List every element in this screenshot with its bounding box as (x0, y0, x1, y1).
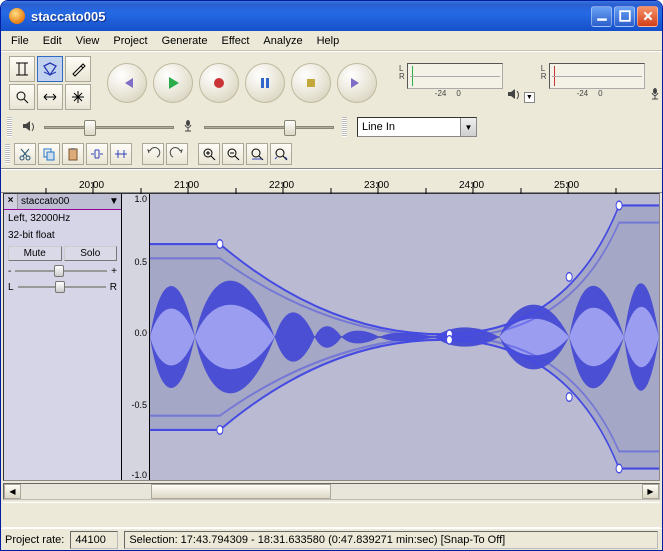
lower-panel (3, 502, 660, 528)
chevron-down-icon: ▼ (460, 118, 476, 136)
redo-button[interactable] (166, 143, 188, 165)
timeline-ruler[interactable]: 20:00 21:00 22:00 23:00 24:00 25:00 (1, 169, 662, 193)
track-format-info: 32-bit float (4, 227, 121, 244)
amplitude-ruler: 1.0 0.5 0.0 -0.5 -1.0 (122, 194, 150, 480)
waveform-canvas[interactable] (150, 194, 659, 480)
track-menu-button[interactable]: ▼ (107, 196, 121, 207)
menu-generate[interactable]: Generate (156, 33, 214, 49)
window-title: staccato005 (29, 9, 591, 24)
track-close-button[interactable]: × (4, 194, 18, 209)
speaker-icon (505, 85, 523, 103)
undo-button[interactable] (142, 143, 164, 165)
zoom-out-button[interactable] (222, 143, 244, 165)
trim-button[interactable] (86, 143, 108, 165)
stop-button[interactable] (291, 63, 331, 103)
track-panel: × staccato00 ▼ Left, 32000Hz 32-bit floa… (4, 194, 122, 480)
menu-edit[interactable]: Edit (37, 33, 68, 49)
skip-start-button[interactable] (107, 63, 147, 103)
menu-effect[interactable]: Effect (215, 33, 255, 49)
minimize-button[interactable] (591, 6, 612, 27)
gain-slider[interactable] (15, 265, 107, 277)
toolbar-grip[interactable] (7, 117, 12, 137)
status-bar: Project rate: 44100 Selection: 17:43.794… (1, 528, 662, 550)
menu-file[interactable]: File (5, 33, 35, 49)
zoom-tool-button[interactable] (9, 84, 35, 110)
selection-tool-button[interactable] (9, 56, 35, 82)
fit-project-button[interactable] (270, 143, 292, 165)
toolbar-grip[interactable] (5, 144, 10, 164)
microphone-icon (182, 119, 196, 136)
toolbar-grip[interactable] (342, 117, 347, 137)
output-meter-labels: LR (399, 63, 405, 81)
play-button[interactable] (153, 63, 193, 103)
paste-button[interactable] (62, 143, 84, 165)
envelope-tool-button[interactable] (37, 56, 63, 82)
scroll-left-button[interactable]: ◀ (4, 484, 21, 499)
copy-button[interactable] (38, 143, 60, 165)
close-button[interactable] (637, 6, 658, 27)
pan-right-label: R (110, 282, 117, 293)
draw-tool-button[interactable] (65, 56, 91, 82)
skip-end-button[interactable] (337, 63, 377, 103)
zoom-in-button[interactable] (198, 143, 220, 165)
silence-button[interactable] (110, 143, 132, 165)
gain-plus-label: + (111, 266, 117, 277)
project-rate-label: Project rate: (5, 534, 64, 546)
input-meter[interactable] (549, 63, 645, 89)
menu-analyze[interactable]: Analyze (257, 33, 308, 49)
input-device-combo[interactable]: Line In▼ (357, 117, 477, 137)
output-volume-slider[interactable] (44, 119, 174, 135)
output-meter-menu-button[interactable]: ▼ (524, 92, 535, 103)
gain-minus-label: - (8, 266, 11, 277)
track-name[interactable]: staccato00 (18, 196, 107, 207)
input-meter-labels: LR (541, 63, 547, 81)
fit-selection-button[interactable] (246, 143, 268, 165)
speaker-icon (22, 119, 36, 136)
solo-button[interactable]: Solo (64, 246, 118, 261)
scroll-right-button[interactable]: ▶ (642, 484, 659, 499)
microphone-icon (647, 85, 663, 103)
timeshift-tool-button[interactable] (37, 84, 63, 110)
menu-help[interactable]: Help (311, 33, 346, 49)
app-icon (9, 8, 25, 24)
pan-slider[interactable] (18, 281, 106, 293)
titlebar[interactable]: staccato005 (1, 1, 662, 31)
horizontal-scrollbar[interactable]: ◀ ▶ (3, 483, 660, 500)
multi-tool-button[interactable] (65, 84, 91, 110)
project-rate-value[interactable]: 44100 (70, 531, 118, 549)
pan-left-label: L (8, 282, 14, 293)
menu-project[interactable]: Project (107, 33, 153, 49)
cut-button[interactable] (14, 143, 36, 165)
pause-button[interactable] (245, 63, 285, 103)
menubar: File Edit View Project Generate Effect A… (1, 31, 662, 51)
mute-button[interactable]: Mute (8, 246, 62, 261)
input-volume-slider[interactable] (204, 119, 334, 135)
app-window: staccato005 File Edit View Project Gener… (0, 0, 663, 551)
maximize-button[interactable] (614, 6, 635, 27)
output-meter[interactable] (407, 63, 503, 89)
scroll-thumb[interactable] (151, 484, 331, 499)
track-channel-info: Left, 32000Hz (4, 210, 121, 227)
record-button[interactable] (199, 63, 239, 103)
selection-status: Selection: 17:43.794309 - 18:31.633580 (… (124, 531, 658, 549)
menu-view[interactable]: View (70, 33, 106, 49)
